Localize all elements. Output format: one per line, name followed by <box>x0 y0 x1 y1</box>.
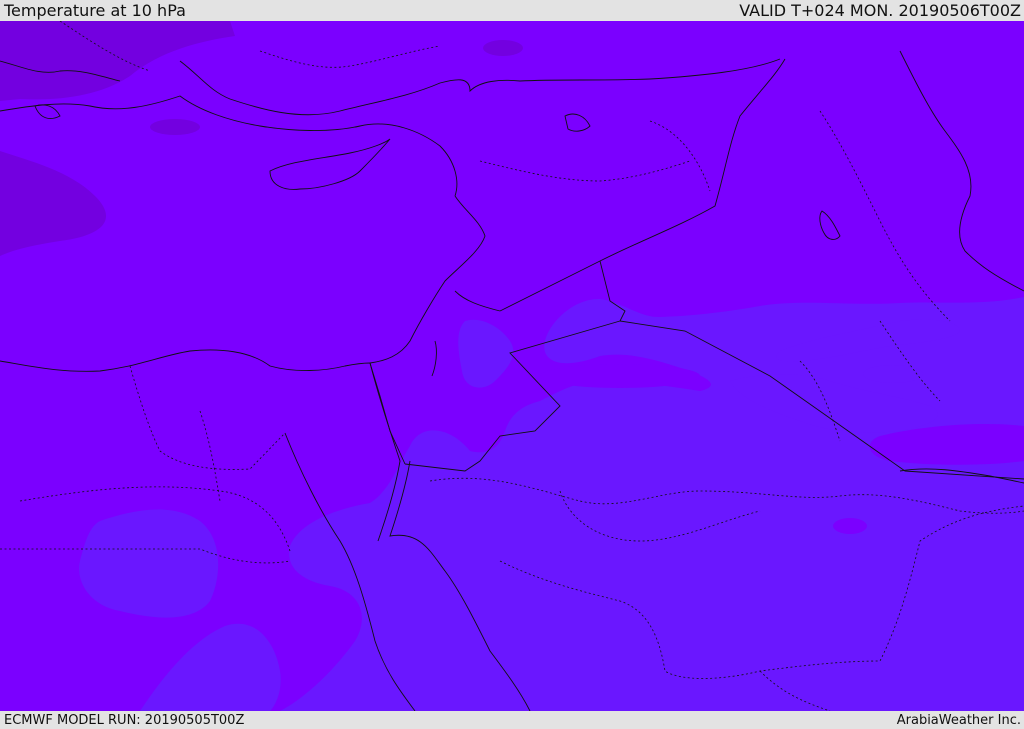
valid-time: VALID T+024 MON. 20190506T00Z <box>739 1 1021 20</box>
temperature-field-dark-spot <box>150 119 200 135</box>
temperature-field-cool-sw <box>79 509 219 618</box>
map-footer: ECMWF MODEL RUN: 20190505T00Z ArabiaWeat… <box>0 711 1024 729</box>
credit: ArabiaWeather Inc. <box>896 712 1021 728</box>
temperature-field-cool-east-2 <box>863 365 923 383</box>
map-title: Temperature at 10 hPa <box>4 1 186 20</box>
map-header: Temperature at 10 hPa VALID T+024 MON. 2… <box>0 0 1024 21</box>
temperature-map[interactable] <box>0 21 1024 711</box>
temperature-field-warm-pocket-2 <box>540 364 700 388</box>
map-canvas <box>0 21 1024 711</box>
model-run: ECMWF MODEL RUN: 20190505T00Z <box>4 712 245 728</box>
temperature-field-dark-spot-2 <box>483 40 523 56</box>
temperature-field-warm-pocket <box>833 518 867 534</box>
